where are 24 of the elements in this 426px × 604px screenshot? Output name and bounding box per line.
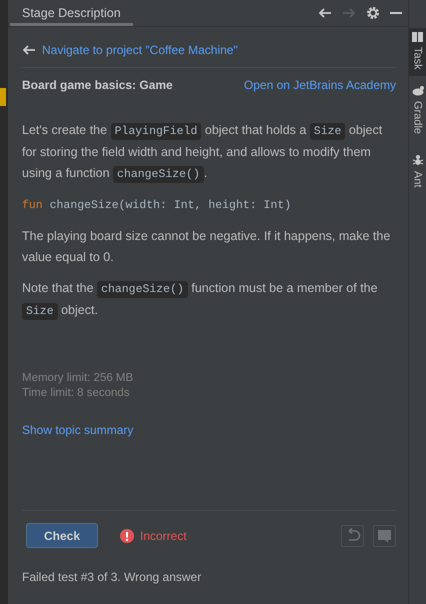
code-line: fun changeSize(width: Int, height: Int) — [22, 198, 292, 214]
description-paragraph: The playing board size cannot be negative. If it happens, make the value equal to 0. — [22, 228, 392, 266]
task-title: Board game basics: Game — [22, 78, 173, 92]
academy-link[interactable]: Open on JetBrains Academy — [244, 78, 396, 92]
tool-window-tab[interactable]: Task — [409, 28, 426, 76]
back-icon[interactable] — [318, 6, 332, 20]
error-icon — [120, 528, 134, 542]
result-message: Failed test #3 of 3. Wrong answer — [21, 569, 202, 586]
tool-window-tab[interactable]: Ant — [409, 152, 426, 194]
description-paragraph: Note that the changeSize() function must be a member of the Size object. — [22, 280, 379, 322]
back-arrow-icon — [22, 44, 36, 56]
navigate-link[interactable]: Navigate to project "Coffee Machine" — [42, 43, 238, 57]
summary-link[interactable]: Show topic summary — [22, 423, 134, 437]
tool-window-tab[interactable]: Gradle — [409, 82, 426, 140]
limit-text: Time limit: 8 seconds — [22, 387, 131, 399]
panel-tab[interactable]: Stage Description — [10, 3, 133, 26]
check-button[interactable]: Check — [26, 523, 98, 548]
settings-icon[interactable] — [366, 6, 380, 20]
ant-icon — [410, 154, 424, 168]
status-text: Incorrect — [140, 528, 187, 542]
elephant-icon — [410, 84, 424, 98]
description-paragraph: Let's create the PlayingField object that holds a Size object for storing the field width and height, and allows to modify them using a function changeSize() . — [22, 122, 384, 185]
book-icon — [410, 30, 424, 44]
limit-text: Memory limit: 256 MB — [22, 372, 134, 384]
